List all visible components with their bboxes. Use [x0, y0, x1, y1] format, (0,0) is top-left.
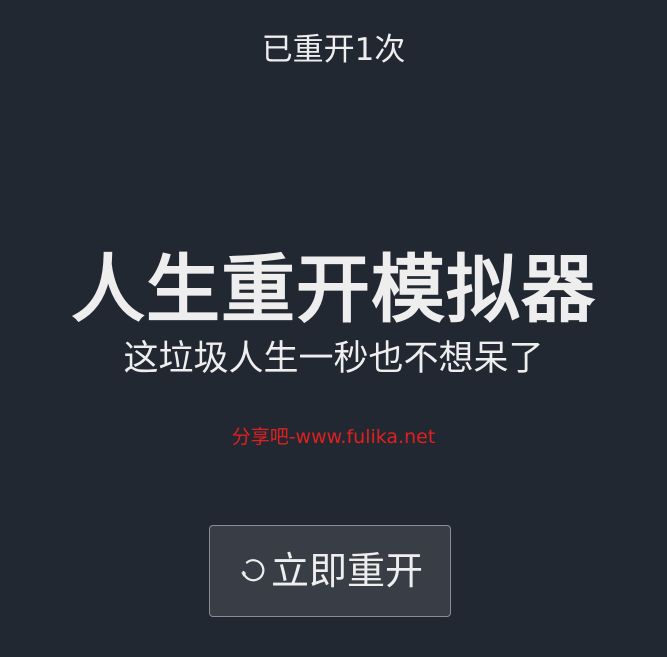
- page-subtitle: 这垃圾人生一秒也不想呆了: [123, 339, 544, 379]
- restart-button[interactable]: 立即重开: [209, 525, 451, 617]
- restart-button-label: 立即重开: [270, 549, 423, 593]
- watermark-text: 分享吧-www.fulika.net: [231, 426, 436, 448]
- page-title: 人生重开模拟器: [71, 247, 596, 333]
- rotate-ccw-icon: [237, 555, 269, 587]
- app-root: 已重开1次 人生重开模拟器 这垃圾人生一秒也不想呆了 分享吧-www.fulik…: [0, 0, 667, 657]
- restart-count-text: 已重开1次: [261, 32, 406, 68]
